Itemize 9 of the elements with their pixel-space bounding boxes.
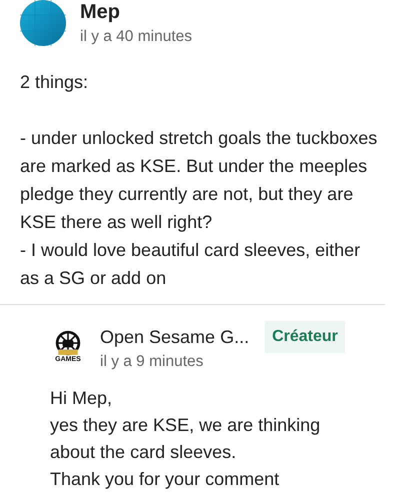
author-name[interactable]: Open Sesame G... (100, 326, 250, 348)
comment-text: 2 things: (20, 71, 90, 94)
creator-badge: Créateur (265, 321, 345, 353)
reply-text: Hi Mep, yes they are KSE, we are thinking about the card sleeves. Thank you for your comment (50, 387, 322, 491)
comment-time: il y a 40 minutes (80, 28, 192, 46)
author-name[interactable]: Mep (80, 0, 192, 24)
avatar-icon (20, 0, 66, 46)
reply-time: il y a 9 minutes (100, 353, 204, 371)
comment-text: - under unlocked stretch goals the tuckboxes are marked as KSE. But under the meeples pledge they currently are not, but they are KSE there as well right? - I would love beautiful card sleeves, either as a SG or add on (20, 127, 378, 290)
